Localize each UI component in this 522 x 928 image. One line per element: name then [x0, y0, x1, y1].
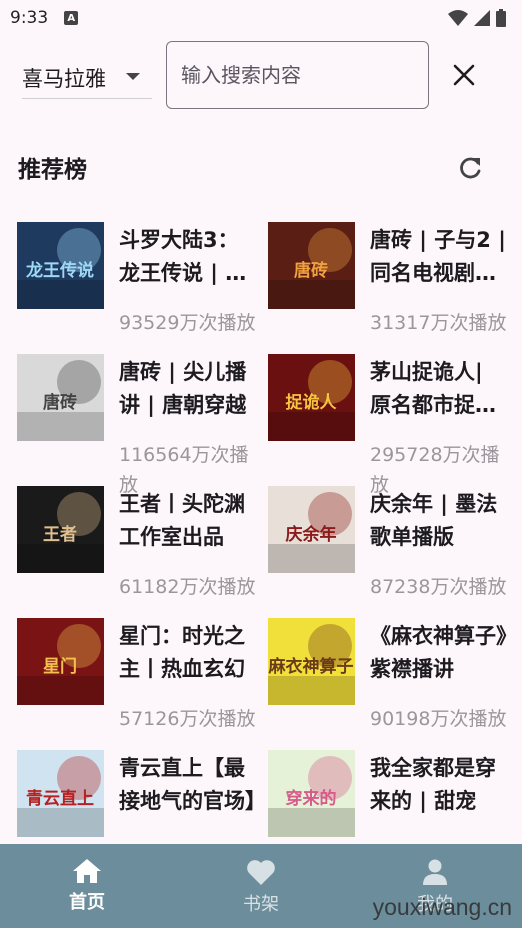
book-card[interactable]: 王者 王者丨头陀渊工作室出品 61182万次播放	[17, 486, 267, 616]
book-cover-image: 庆余年	[268, 486, 355, 573]
wifi-icon	[448, 10, 468, 26]
book-card[interactable]: 龙王传说 斗罗大陆3：龙王传说 | 有声书 93529万次播放	[17, 222, 267, 352]
battery-icon	[496, 9, 506, 27]
platform-selected: 喜马拉雅	[22, 67, 106, 91]
book-cover-text: 穿来的	[286, 788, 337, 809]
nav-bookshelf[interactable]: 书架	[174, 844, 348, 928]
book-title: 王者丨头陀渊工作室出品	[119, 492, 245, 549]
person-icon	[423, 859, 447, 885]
status-bar: 9:33 A	[0, 0, 522, 36]
book-cover-image: 青云直上	[17, 750, 104, 837]
book-grid: 龙王传说斗罗大陆3：龙王传说 | 有声书93529万次播放唐砖唐砖 | 子与2 …	[0, 222, 522, 842]
book-cover-image: 唐砖	[268, 222, 355, 309]
notification-icon: A	[64, 11, 79, 25]
book-card[interactable]: 唐砖 唐砖 | 尖儿播讲 | 唐朝穿越 116564万次播放	[17, 354, 267, 496]
book-cover-text: 青云直上	[26, 788, 94, 809]
home-icon	[73, 859, 101, 883]
book-cover-image: 捉诡人	[268, 354, 355, 441]
refresh-button[interactable]	[452, 150, 488, 186]
book-cover-image: 麻衣神算子	[268, 618, 355, 705]
watermark-text: youxiwang.cn	[372, 894, 512, 920]
book-title: 青云直上【最接地气的官场】	[119, 756, 259, 813]
clear-button[interactable]	[445, 56, 483, 94]
book-title: 庆余年 | 墨法歌单播版	[370, 492, 498, 549]
book-play-count: 90198万次播放	[370, 708, 507, 730]
book-card[interactable]: 青云直上 青云直上【最接地气的官场】	[17, 750, 267, 842]
section-title: 推荐榜	[18, 157, 87, 183]
book-title: 斗罗大陆3：龙王传说 | 有声书	[119, 228, 247, 285]
book-card[interactable]: 捉诡人茅山捉诡人| 原名都市捉诡人295728万次播放	[268, 354, 518, 496]
book-title: 唐砖 | 子与2 | 同名电视剧原著	[370, 228, 506, 285]
nav-bookshelf-label: 书架	[243, 894, 279, 915]
book-play-count: 31317万次播放	[370, 312, 507, 334]
book-card[interactable]: 穿来的 我全家都是穿来的 | 甜宠	[268, 750, 518, 842]
caret-down-icon	[126, 73, 140, 80]
book-cover-image: 星门	[17, 618, 104, 705]
book-title: 我全家都是穿来的 | 甜宠	[370, 756, 496, 813]
book-cover-image: 唐砖	[17, 354, 104, 441]
nav-home[interactable]: 首页	[0, 844, 174, 928]
book-cover-text: 庆余年	[286, 524, 337, 545]
platform-dropdown[interactable]: 喜马拉雅	[22, 58, 152, 99]
book-cover-text: 王者	[43, 524, 77, 545]
search-input[interactable]	[166, 41, 429, 109]
book-play-count: 87238万次播放	[370, 576, 507, 598]
book-cover-text: 捉诡人	[286, 392, 338, 413]
book-card[interactable]: 星门 星门：时光之主丨热血玄幻 57126万次播放	[17, 618, 267, 748]
book-cover-image: 穿来的	[268, 750, 355, 837]
nav-home-label: 首页	[69, 892, 105, 913]
book-play-count: 93529万次播放	[119, 312, 256, 334]
book-cover-text: 星门	[43, 656, 77, 677]
book-card[interactable]: 庆余年 庆余年 | 墨法歌单播版 87238万次播放	[268, 486, 518, 616]
book-cover-image: 龙王传说	[17, 222, 104, 309]
book-play-count: 61182万次播放	[119, 576, 256, 598]
book-play-count: 57126万次播放	[119, 708, 256, 730]
book-title: 星门：时光之主丨热血玄幻	[119, 624, 245, 681]
status-time: 9:33	[10, 8, 49, 28]
book-cover-text: 唐砖	[294, 260, 328, 281]
book-title: 茅山捉诡人| 原名都市捉诡人	[370, 360, 496, 417]
refresh-icon	[460, 157, 481, 179]
search-bar: 喜马拉雅	[0, 40, 522, 112]
book-title: 唐砖 | 尖儿播讲 | 唐朝穿越	[119, 360, 247, 417]
book-card[interactable]: 麻衣神算子 《麻衣神算子》紫襟播讲 90198万次播放	[268, 618, 518, 748]
book-card[interactable]: 唐砖 唐砖 | 子与2 | 同名电视剧原著 31317万次播放	[268, 222, 518, 352]
book-title: 《麻衣神算子》紫襟播讲	[370, 624, 507, 681]
book-cover-text: 麻衣神算子	[268, 656, 354, 677]
book-cover-text: 唐砖	[43, 392, 77, 413]
book-cover-text: 龙王传说	[25, 260, 94, 281]
close-icon	[453, 64, 475, 86]
signal-icon	[474, 10, 490, 26]
heart-icon	[247, 860, 275, 885]
book-cover-image: 王者	[17, 486, 104, 573]
